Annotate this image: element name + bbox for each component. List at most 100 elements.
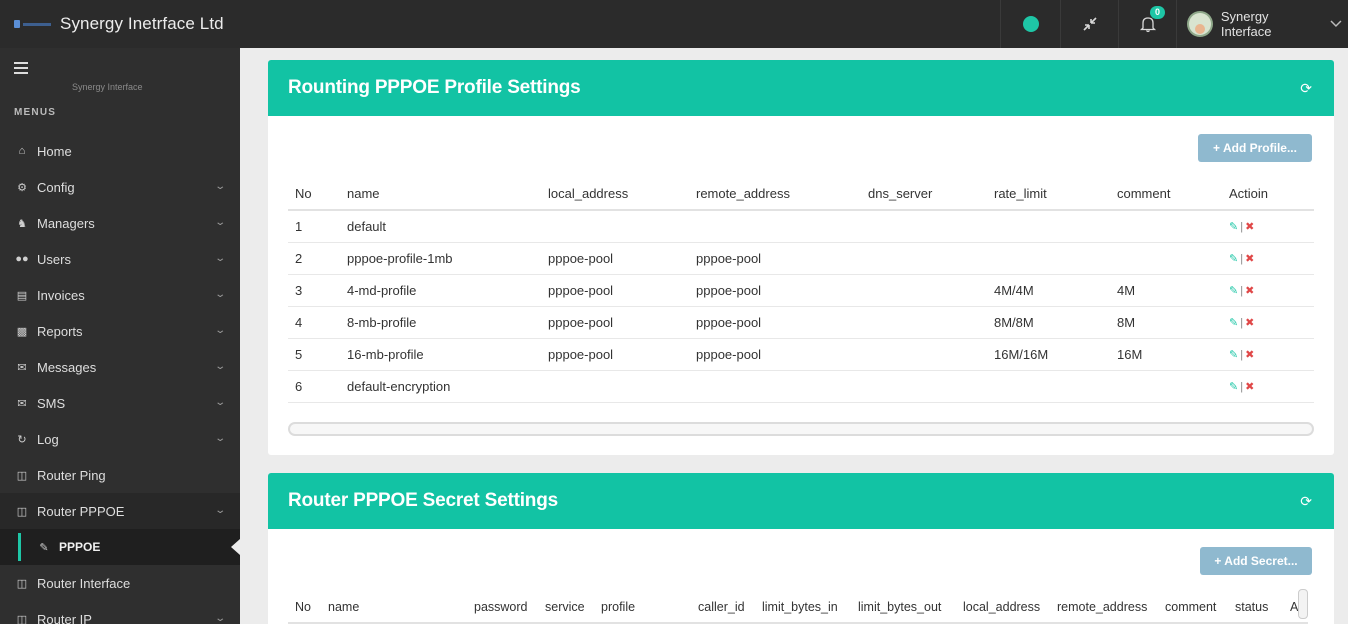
add-secret-button[interactable]: + Add Secret... [1200,547,1312,575]
gear-icon: ⚙ [17,181,27,194]
sidebar-subtitle: Synergy Interface [72,82,143,92]
router-icon: ◫ [16,613,28,624]
sidebar-item-config[interactable]: ⚙ Config ⌄ [0,169,240,205]
top-right-controls: 0 Synergy Interface [1000,0,1348,48]
invoice-icon: ▤ [16,289,28,302]
secret-table: No name password service profile caller_… [288,591,1308,624]
router-icon: ◫ [16,577,28,590]
sidebar-item-label: Managers [37,215,95,231]
action-separator: | [1240,284,1244,297]
sidebar-item-home[interactable]: ⌂ Home [0,133,240,169]
table-cell [1110,242,1222,275]
sidebar-item-label: PPPOE [59,540,101,554]
column-header: status [1228,591,1283,624]
refresh-icon[interactable]: ⟳ [1300,80,1312,97]
edit-icon[interactable]: ✎ [1229,349,1238,361]
brand[interactable]: Synergy Inetrface Ltd [14,0,224,48]
sidebar-item-messages[interactable]: ✉ Messages ⌄ [0,349,240,385]
trash-icon[interactable]: ✖ [1245,253,1254,265]
table-cell: 8M [1110,306,1222,339]
notification-count-badge: 0 [1150,6,1165,19]
refresh-icon[interactable]: ⟳ [1300,493,1312,510]
chevron-down-icon: ⌄ [213,433,226,444]
notifications-button[interactable]: 0 [1118,0,1176,48]
profile-settings-panel: Rounting PPPOE Profile Settings ⟳ + Add … [268,60,1334,455]
action-separator: | [1240,316,1244,329]
table-cell: 4-md-profile [340,274,541,307]
user-menu[interactable]: Synergy Interface [1176,0,1348,48]
chevron-down-icon: ⌄ [213,397,226,408]
table-cell: 4M [1110,274,1222,307]
table-cell: 16M/16M [987,338,1110,371]
table-row: 4 8-mb-profile pppoe-pool pppoe-pool 8M/8M 8M… [288,306,1314,339]
column-header: dns_server [861,178,987,211]
sidebar-item-router-ip[interactable]: ◫ Router IP ⌄ [0,601,240,624]
table-cell: pppoe-pool [541,242,689,275]
panel-title: Rounting PPPOE Profile Settings [288,77,581,98]
table-row: 5 16-mb-profile pppoe-pool pppoe-pool 16M/16… [288,338,1314,371]
table-cell [861,210,987,243]
trash-icon[interactable]: ✖ [1245,285,1254,297]
row-actions: ✎ | ✖ [1222,370,1314,403]
edit-icon[interactable]: ✎ [1229,317,1238,329]
sidebar-item-label: Invoices [37,287,85,303]
table-cell [1110,210,1222,243]
trash-icon[interactable]: ✖ [1245,221,1254,233]
hamburger-menu-icon[interactable] [14,62,28,74]
table-cell: default [340,210,541,243]
column-header: name [340,178,541,211]
table-cell: pppoe-pool [541,306,689,339]
column-header: password [467,591,538,624]
table-header-row: No name local_address remote_address dns… [288,178,1314,211]
chevron-down-icon: ⌄ [213,505,226,516]
edit-icon[interactable]: ✎ [1229,381,1238,393]
trash-icon[interactable]: ✖ [1245,349,1254,361]
sidebar-item-label: Config [37,179,75,195]
sidebar-item-label: Messages [37,359,97,375]
vertical-scrollbar[interactable] [1298,589,1308,619]
sidebar-item-reports[interactable]: ▩ Reports ⌄ [0,313,240,349]
add-profile-button[interactable]: + Add Profile... [1198,134,1312,162]
sidebar-item-sms[interactable]: ✉ SMS ⌄ [0,385,240,421]
column-header: No [288,178,340,211]
row-actions: ✎ | ✖ [1222,210,1314,243]
trash-icon[interactable]: ✖ [1245,317,1254,329]
sidebar-item-label: Log [37,431,59,447]
sidebar-item-label: Router Interface [37,575,131,591]
sidebar-item-label: Home [37,143,72,159]
trash-icon[interactable]: ✖ [1245,381,1254,393]
sidebar-item-invoices[interactable]: ▤ Invoices ⌄ [0,277,240,313]
main-content: Rounting PPPOE Profile Settings ⟳ + Add … [240,48,1348,624]
horizontal-scrollbar[interactable] [288,422,1314,436]
sidebar-item-router-pppoe[interactable]: ◫ Router PPPOE ⌄ [0,493,240,529]
table-cell: pppoe-pool [541,274,689,307]
sidebar-menu: ⌂ Home ⚙ Config ⌄ ♞ Managers ⌄ ●● Users … [0,133,240,624]
panel-header: Rounting PPPOE Profile Settings ⟳ [268,60,1334,116]
edit-icon[interactable]: ✎ [1229,285,1238,297]
column-header: caller_id [691,591,755,624]
panel-title: Router PPPOE Secret Settings [288,490,558,511]
online-status-icon [1022,16,1039,32]
sidebar-item-router-ping[interactable]: ◫ Router Ping [0,457,240,493]
column-header: service [538,591,594,624]
sidebar-item-log[interactable]: ↻ Log ⌄ [0,421,240,457]
table-cell: 2 [288,242,340,275]
compress-button[interactable] [1060,0,1118,48]
users-icon: ●● [15,253,29,265]
status-indicator[interactable] [1000,0,1060,48]
sidebar-subitem-pppoe[interactable]: ✎ PPPOE [0,529,240,565]
chart-icon: ▩ [16,325,28,338]
manager-icon: ♞ [17,217,27,230]
sidebar-item-managers[interactable]: ♞ Managers ⌄ [0,205,240,241]
sidebar-item-users[interactable]: ●● Users ⌄ [0,241,240,277]
edit-icon[interactable]: ✎ [1229,221,1238,233]
table-cell [987,210,1110,243]
edit-icon[interactable]: ✎ [1229,253,1238,265]
action-separator: | [1240,380,1244,393]
sidebar-item-router-interface[interactable]: ◫ Router Interface [0,565,240,601]
table-cell: pppoe-pool [541,338,689,371]
table-cell: 16-mb-profile [340,338,541,371]
table-row: 2 pppoe-profile-1mb pppoe-pool pppoe-pool ✎ |… [288,242,1314,275]
table-cell: 8-mb-profile [340,306,541,339]
column-header: Actioin [1222,178,1314,211]
